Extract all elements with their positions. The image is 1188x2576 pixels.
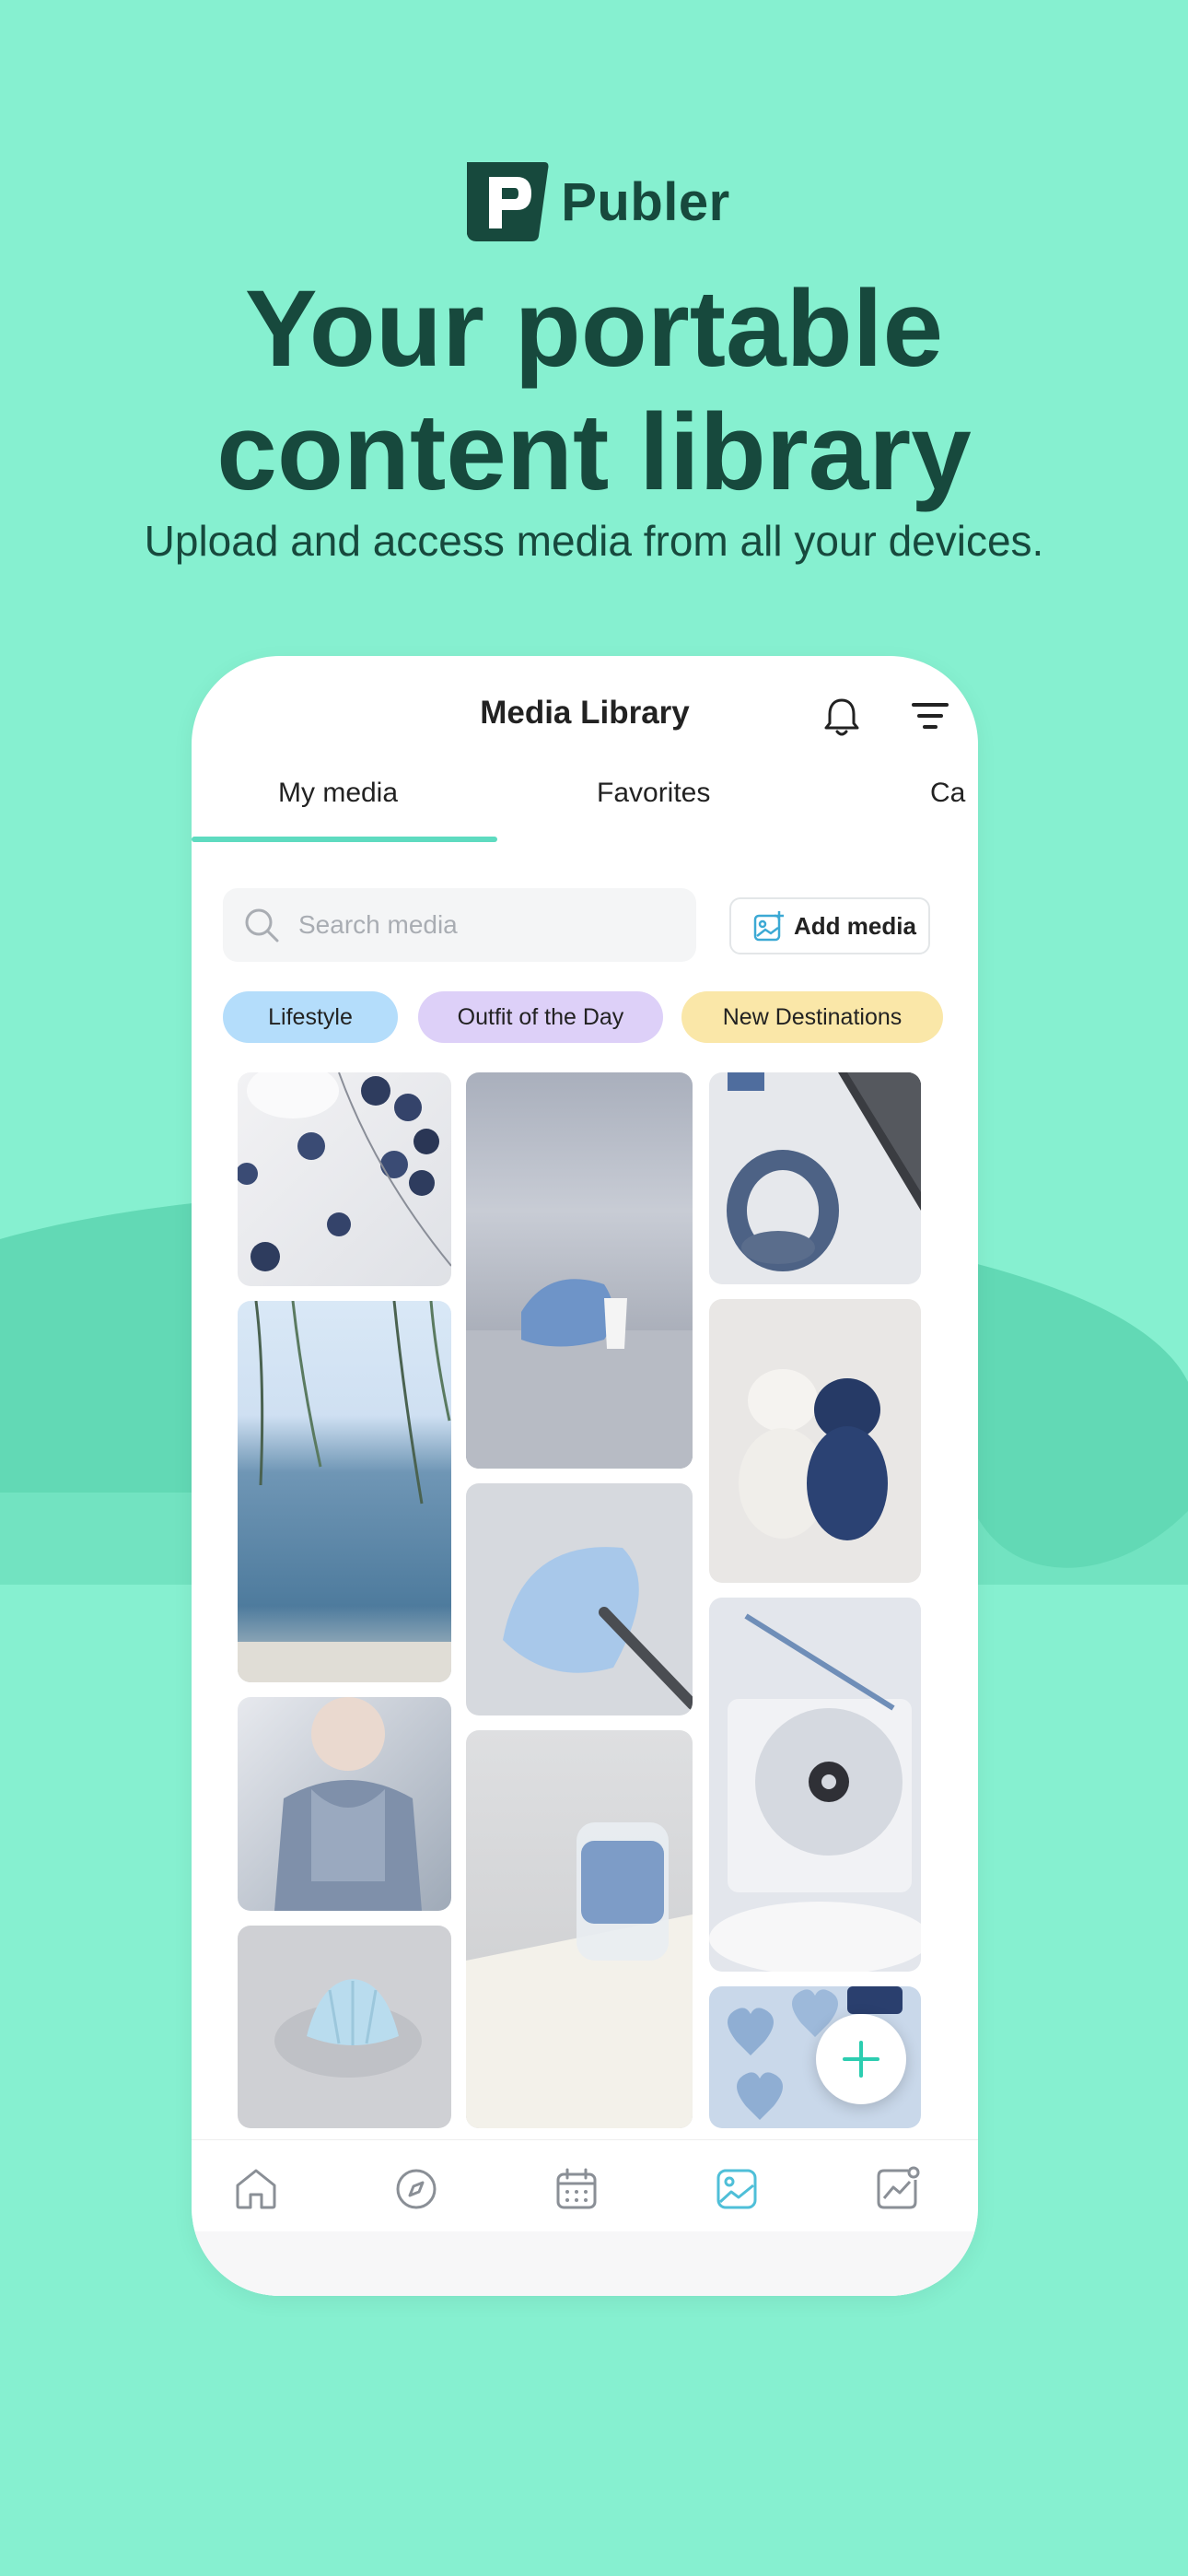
media-thumbnail (503, 1547, 693, 1710)
brand-logo: Publer (0, 157, 1188, 247)
add-fab-button[interactable] (816, 2014, 906, 2104)
media-item-paint[interactable] (466, 1483, 693, 1715)
media-thumbnail (727, 1072, 921, 1271)
headline: Your portable content library (0, 267, 1188, 514)
media-thumbnail (274, 1697, 422, 1911)
search-input[interactable]: Search media (223, 888, 696, 962)
media-icon[interactable] (713, 2165, 761, 2213)
subtitle: Upload and access media from all your de… (144, 517, 1044, 565)
bottom-safe-area (192, 2231, 978, 2296)
publer-logo-icon (467, 162, 549, 241)
nav-divider (192, 2139, 978, 2140)
media-item-cd-player[interactable] (709, 1598, 921, 1972)
media-item-shell[interactable] (238, 1926, 451, 2128)
media-thumbnail (739, 1369, 888, 1540)
tab-my-media[interactable]: My media (278, 778, 398, 809)
media-thumbnail (238, 1301, 451, 1682)
tab-bar: My media Favorites Ca (192, 778, 978, 833)
media-item-coffee-book[interactable] (466, 1730, 693, 2128)
media-item-bag[interactable] (466, 1072, 693, 1469)
chip-outfit-of-the-day[interactable]: Outfit of the Day (418, 991, 663, 1043)
add-media-button[interactable]: Add media (729, 897, 930, 954)
plus-icon (843, 2041, 879, 2078)
media-thumbnail (466, 1822, 693, 2128)
media-item-sea[interactable] (238, 1301, 451, 1682)
media-item-headphones[interactable] (709, 1072, 921, 1284)
headline-line-2: content library (216, 392, 972, 513)
compass-icon[interactable] (392, 2165, 440, 2213)
media-thumbnail (709, 1613, 921, 1972)
media-item-blueberries[interactable] (238, 1072, 451, 1286)
chip-new-destinations[interactable]: New Destinations (681, 991, 943, 1043)
tab-favorites[interactable]: Favorites (597, 778, 710, 809)
headline-line-1: Your portable (244, 268, 944, 390)
home-icon[interactable] (232, 2165, 280, 2213)
media-thumbnail (238, 1072, 451, 1271)
active-tab-indicator (192, 837, 497, 842)
search-icon (245, 908, 279, 943)
media-item-plush[interactable] (709, 1299, 921, 1583)
analytics-icon[interactable] (873, 2165, 921, 2213)
search-placeholder: Search media (298, 910, 458, 939)
bell-icon[interactable] (821, 695, 862, 739)
filter-icon[interactable] (912, 700, 949, 732)
brand-name: Publer (561, 171, 730, 232)
media-thumbnail (274, 1979, 422, 2078)
tab-more[interactable]: Ca (930, 778, 965, 809)
add-image-icon (753, 911, 784, 942)
phone-frame: Media Library My media Favorites Ca Sear… (192, 656, 978, 2296)
media-thumbnail (466, 1279, 693, 1469)
add-media-label: Add media (794, 912, 916, 940)
calendar-icon[interactable] (553, 2165, 600, 2213)
media-item-outfit[interactable] (238, 1697, 451, 1911)
chip-lifestyle[interactable]: Lifestyle (223, 991, 398, 1043)
